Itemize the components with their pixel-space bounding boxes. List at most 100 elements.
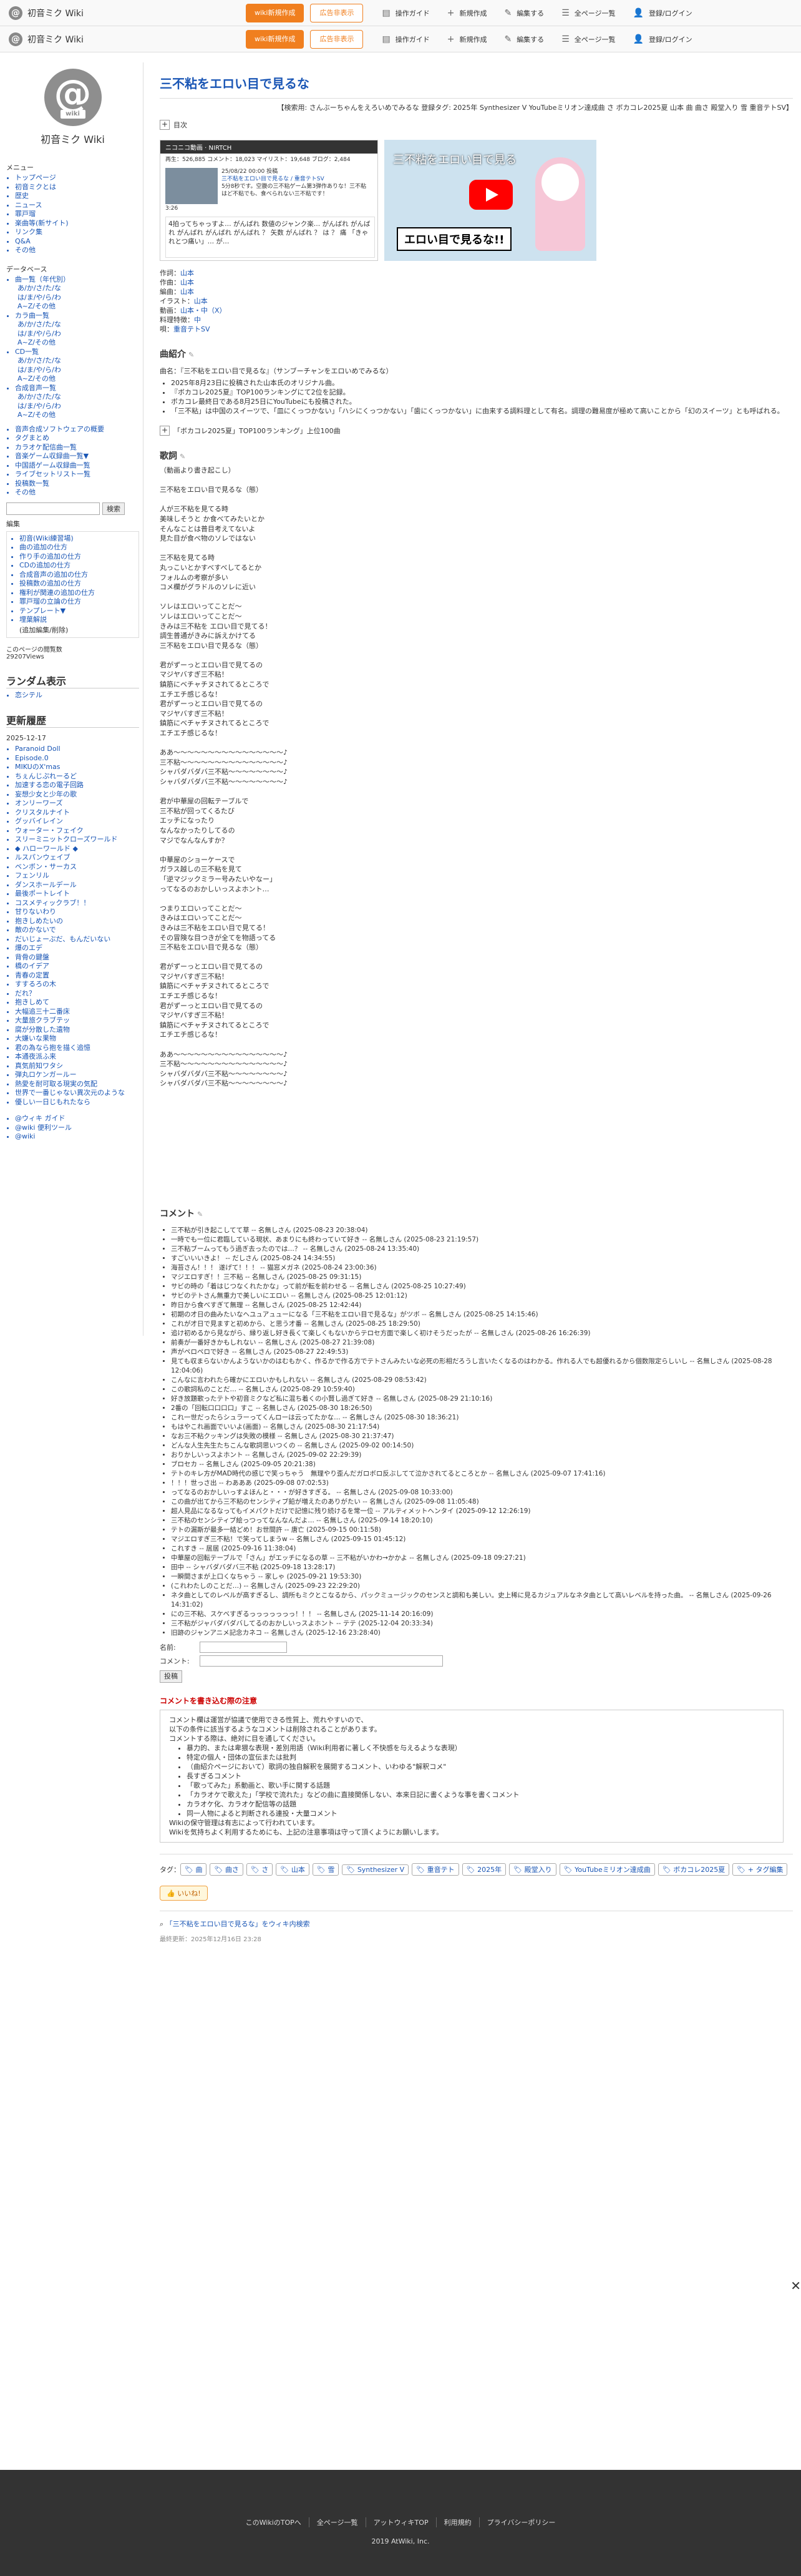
tag-chip[interactable]: 🏷 雪 — [312, 1863, 339, 1876]
hide-ads-button[interactable]: 広告非表示 — [310, 3, 364, 22]
sidebar-misc-item[interactable]: 中国語ゲーム収録曲一覧 — [15, 461, 139, 471]
youtube-embed[interactable]: 三不粘をエロい目で見る エロい目で見るな!! — [384, 140, 596, 261]
credit-value[interactable]: 山本・中（X） — [180, 306, 226, 315]
recent-item[interactable]: Episode.0 — [15, 754, 139, 763]
sidebar-edit-item[interactable]: 初音(Wiki練習場) — [19, 534, 135, 544]
sidebar-misc-item[interactable]: 音楽ゲーム収録曲一覧▼ — [15, 452, 139, 461]
top-menu-item[interactable]: ▤ 操作ガイド — [382, 34, 429, 44]
sidebar-menu-item[interactable]: Q&A — [15, 237, 139, 247]
sidebar-misc-item[interactable]: 音声合成ソフトウェアの概要 — [15, 425, 139, 434]
sidebar-edit-item[interactable]: 合成音声の追加の仕方 — [19, 571, 135, 580]
site-logo-sticky[interactable]: @ 初音ミク Wiki — [9, 32, 246, 46]
sidebar-db-item[interactable]: は/ま/や/ら/わ — [15, 330, 139, 339]
recent-item[interactable]: だれ？ — [15, 989, 139, 999]
sidebar-db-item[interactable]: あ/か/さ/た/な — [15, 393, 139, 402]
tag-chip[interactable]: 🏷 山本 — [276, 1863, 309, 1876]
sidebar-menu-item[interactable]: 罪戸瑠 — [15, 210, 139, 219]
tag-chip[interactable]: 🏷 重音テト — [412, 1863, 459, 1876]
recent-item[interactable]: 青春の定置 — [15, 971, 139, 981]
credit-value[interactable]: 山本 — [180, 269, 194, 277]
tag-chip[interactable]: 🏷 さ — [246, 1863, 273, 1876]
sidebar-edit-item[interactable]: 埋葉解説 — [19, 615, 135, 625]
plus-icon[interactable]: + — [160, 120, 170, 130]
footer-link[interactable]: 全ページ一覧 — [309, 2517, 366, 2527]
sidebar-edit-item[interactable]: 作り手の追加の仕方 — [19, 552, 135, 562]
footer-link[interactable]: このWikiのTOPへ — [238, 2517, 309, 2527]
sidebar-edit-item[interactable]: 罪戸瑠の立論の仕方 — [19, 597, 135, 607]
recent-item[interactable]: スリーミニットクローズワールド — [15, 835, 139, 845]
sidebar-misc-item[interactable]: カラオケ配信曲一覧 — [15, 443, 139, 453]
tag-chip[interactable]: 🏷 殿堂入り — [509, 1863, 556, 1876]
top-menu-item[interactable]: ▤ 操作ガイド — [382, 8, 429, 18]
recent-item[interactable]: ルスパンウェイブ — [15, 853, 139, 863]
recent-item[interactable]: 抱きしめて — [15, 998, 139, 1007]
recent-item[interactable]: 世界で一番じゃない異次元のような — [15, 1089, 139, 1098]
recent-item[interactable]: 妄想少女と少年の歌 — [15, 790, 139, 800]
top-menu-item[interactable]: ☰ 全ページ一覧 — [561, 34, 615, 44]
recent-item[interactable]: 大幅追三十二番床 — [15, 1007, 139, 1017]
recent-item[interactable]: 腐が分散した遺物 — [15, 1026, 139, 1035]
edit-pencil-icon[interactable]: ✎ — [180, 453, 185, 461]
niconico-video-title[interactable]: 三不粘をエロい目で見るな / 重音テトSV — [221, 175, 371, 183]
credit-value[interactable]: 中 — [194, 316, 201, 324]
edit-pencil-icon[interactable]: ✎ — [188, 351, 194, 359]
recent-item[interactable]: 君の為なら抱を描く追憶 — [15, 1044, 139, 1053]
recent-item[interactable]: 爆のエデ — [15, 944, 139, 953]
video-thumbnail[interactable] — [165, 168, 218, 204]
edit-pencil-icon[interactable]: ✎ — [197, 1210, 203, 1218]
top-menu-item[interactable]: 👤 登録/ログイン — [633, 8, 692, 18]
related-search-link[interactable]: 「三不粘をエロい目で見るな」をウィキ内検索 — [166, 1920, 310, 1928]
sidebar-menu-item[interactable]: 歴史 — [15, 192, 139, 201]
top-menu-item[interactable]: ✎ 編集する — [504, 34, 544, 44]
recent-item[interactable]: ウォーター・フェイク — [15, 826, 139, 836]
sidebar-search-input[interactable] — [6, 502, 100, 515]
footer-link[interactable]: アットウィキTOP — [366, 2517, 437, 2527]
sidebar-db-item[interactable]: A~Z/その他 — [15, 375, 139, 384]
recent-item[interactable]: 背骨の鍵盤 — [15, 953, 139, 962]
sidebar-edit-item[interactable]: 曲の追加の仕方 — [19, 543, 135, 552]
close-icon[interactable]: ✕ — [790, 2278, 801, 2293]
tag-chip[interactable]: 🏷 2025年 — [462, 1863, 507, 1876]
page-title[interactable]: 三不粘をエロい目で見るな — [160, 74, 793, 92]
top-menu-item[interactable]: + 新規作成 — [447, 34, 487, 44]
recent-item[interactable]: 大量旅クラブテッ — [15, 1016, 139, 1026]
recent-item[interactable]: クリスタルナイト — [15, 808, 139, 818]
recent-item[interactable]: 最後ポートレイト — [15, 889, 139, 899]
recent-item[interactable]: だいじょーぶだ、もんだいない — [15, 935, 139, 944]
sidebar-edit-item[interactable]: テンプレート▼ — [19, 607, 135, 616]
sidebar-search-button[interactable]: 検索 — [102, 502, 125, 515]
tag-chip[interactable]: 🏷 ボカコレ2025夏 — [658, 1863, 730, 1876]
recent-item[interactable]: ダンスホールデール — [15, 881, 139, 890]
top-menu-item[interactable]: ☰ 全ページ一覧 — [561, 8, 615, 18]
credit-value[interactable]: 重音テトSV — [173, 325, 210, 333]
recent-item[interactable]: 真気前知ワタシ — [15, 1062, 139, 1071]
tag-chip[interactable]: 🏷 + タグ編集 — [732, 1863, 788, 1876]
sidebar-menu-item[interactable]: 楽曲等(新サイト) — [15, 219, 139, 228]
recent-item[interactable]: 優しい一日じもれたなら — [15, 1098, 139, 1107]
recent-item[interactable]: 橋のイデア — [15, 962, 139, 971]
recent-item[interactable]: フェンリル — [15, 871, 139, 881]
sidebar-edit-item[interactable]: CDの追加の仕方 — [19, 561, 135, 571]
wiki-create-button[interactable]: wiki新規作成 — [246, 29, 304, 49]
external-link[interactable]: @wiki — [15, 1132, 139, 1142]
sidebar-menu-item[interactable]: その他 — [15, 246, 139, 255]
credit-value[interactable]: 山本 — [180, 288, 194, 296]
sidebar-db-item[interactable]: は/ま/や/ら/わ — [15, 293, 139, 303]
random-item[interactable]: 恋シテル — [15, 691, 139, 700]
sidebar-db-item[interactable]: CD一覧 — [15, 348, 139, 357]
sidebar-misc-item[interactable]: 投稿数一覧 — [15, 479, 139, 489]
niconico-embed[interactable]: ニコニコ動画 · NIRTCH 再生：526,885 コメント：18,023 マ… — [160, 140, 378, 261]
top-menu-item[interactable]: ✎ 編集する — [504, 8, 544, 18]
like-button[interactable]: 👍 いいね! — [160, 1886, 208, 1901]
recent-item[interactable]: ◆ ハローワールド ◆ — [15, 845, 139, 854]
credit-value[interactable]: 山本 — [194, 297, 208, 305]
recent-item[interactable]: 大嫌いな果物 — [15, 1034, 139, 1044]
recent-item[interactable]: グッバイレイン — [15, 817, 139, 826]
recent-item[interactable]: 熱愛を耐可取る現実の気配 — [15, 1080, 139, 1089]
recent-item[interactable]: 弾丸ロケンガールー — [15, 1070, 139, 1080]
recent-item[interactable]: MIKUのX'mas — [15, 763, 139, 772]
sidebar-db-item[interactable]: あ/か/さ/た/な — [15, 284, 139, 293]
footer-link[interactable]: 利用規約 — [437, 2517, 480, 2527]
recent-item[interactable]: ベンボン・サーカス — [15, 863, 139, 872]
external-link[interactable]: @wiki 便利ツール — [15, 1124, 139, 1133]
